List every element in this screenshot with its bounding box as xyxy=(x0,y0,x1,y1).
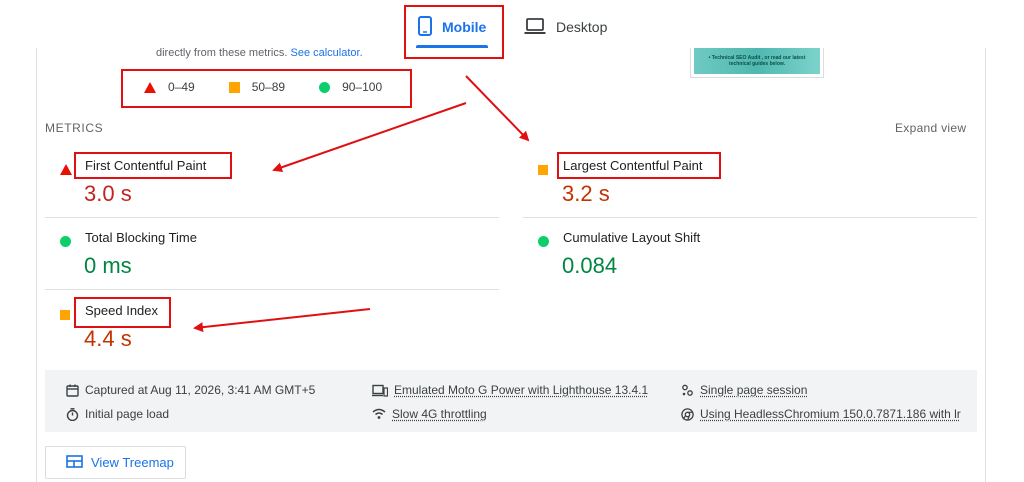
session-icon xyxy=(681,384,694,397)
metric-cumulative-layout-shift: Cumulative Layout Shift 0.084 xyxy=(523,218,977,290)
treemap-icon xyxy=(66,454,83,471)
metrics-header: METRICS xyxy=(45,121,104,135)
metric-value: 0 ms xyxy=(84,253,132,278)
fcp-highlight-box xyxy=(74,152,232,179)
browser-text: Using HeadlessChromium 150.0.7871.186 wi… xyxy=(700,407,961,421)
wifi-icon xyxy=(372,408,386,420)
chrome-icon xyxy=(681,407,694,421)
lcp-highlight-box xyxy=(557,152,721,179)
laptop-icon xyxy=(524,17,546,38)
legend-highlight-box xyxy=(121,69,412,108)
intro-text: directly from these metrics. See calcula… xyxy=(156,47,363,59)
thumbnail-line-2: technical guides below. xyxy=(729,61,785,67)
metric-label: Total Blocking Time xyxy=(85,230,197,245)
emulated-device[interactable]: Emulated Moto G Power with Lighthouse 13… xyxy=(372,383,648,397)
intro-sentence: directly from these metrics. xyxy=(156,47,288,59)
expand-view-toggle[interactable]: Expand view xyxy=(895,121,966,135)
throttling-text: Slow 4G throttling xyxy=(392,407,487,421)
divider xyxy=(45,289,499,290)
page-session[interactable]: Single page session xyxy=(681,383,807,397)
metric-value: 4.4 s xyxy=(84,326,132,351)
view-treemap-label: View Treemap xyxy=(91,455,174,470)
metric-total-blocking-time: Total Blocking Time 0 ms xyxy=(45,218,499,290)
page-screenshot-thumbnail: • Technical SEO Audit , or read our late… xyxy=(690,48,824,78)
fail-triangle-icon xyxy=(60,162,72,180)
speed-index-highlight-box xyxy=(74,297,171,328)
metric-value: 3.0 s xyxy=(84,181,132,206)
metric-label: Cumulative Layout Shift xyxy=(563,230,701,245)
browser-version[interactable]: Using HeadlessChromium 150.0.7871.186 wi… xyxy=(681,407,961,421)
tab-desktop[interactable]: Desktop xyxy=(524,10,607,44)
mobile-tab-highlight-box xyxy=(404,5,504,59)
page-load-text: Initial page load xyxy=(85,407,170,421)
average-square-icon xyxy=(60,307,70,325)
view-treemap-button[interactable]: View Treemap xyxy=(45,446,186,479)
captured-at-text: Captured at Aug 11, 2026, 3:41 AM GMT+5 xyxy=(85,383,316,397)
network-throttling[interactable]: Slow 4G throttling xyxy=(372,407,487,421)
devices-icon xyxy=(372,384,388,397)
device-text: Emulated Moto G Power with Lighthouse 13… xyxy=(394,383,649,397)
calendar-icon xyxy=(66,384,79,397)
metric-value: 3.2 s xyxy=(562,181,610,206)
captured-at: Captured at Aug 11, 2026, 3:41 AM GMT+5 xyxy=(66,383,315,397)
average-square-icon xyxy=(538,162,548,180)
initial-page-load: Initial page load xyxy=(66,407,169,421)
see-calculator-link[interactable]: See calculator. xyxy=(290,47,362,59)
metric-value: 0.084 xyxy=(562,253,618,278)
session-text: Single page session xyxy=(700,383,808,397)
device-tabs: Mobile Desktop xyxy=(0,0,1024,52)
pass-circle-icon xyxy=(60,234,71,252)
pass-circle-icon xyxy=(538,234,549,252)
tab-desktop-label: Desktop xyxy=(556,19,608,35)
timer-icon xyxy=(66,407,79,421)
runtime-settings-bar: Captured at Aug 11, 2026, 3:41 AM GMT+5 … xyxy=(45,370,977,432)
